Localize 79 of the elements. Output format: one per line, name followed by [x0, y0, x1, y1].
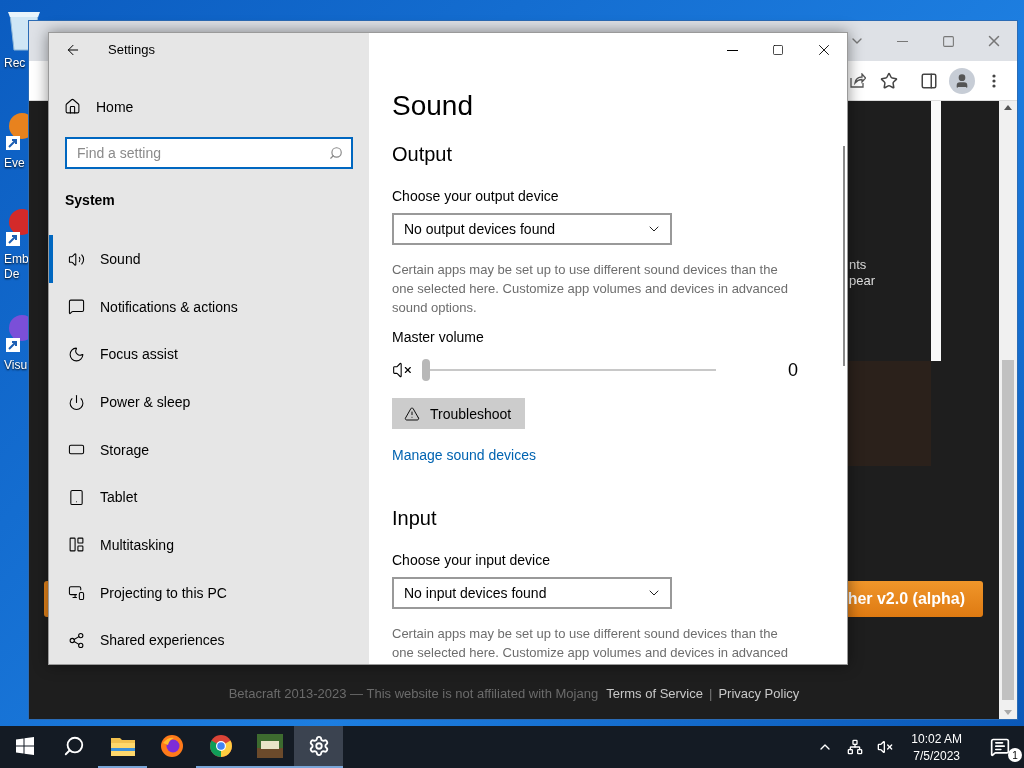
section-heading: Output: [392, 142, 453, 167]
page-title: Sound: [392, 89, 473, 123]
minimize-icon: [896, 40, 908, 42]
nav-item[interactable]: Tablet: [49, 473, 369, 522]
link-separator: |: [709, 685, 713, 701]
maximize-icon: [772, 44, 784, 56]
person-icon: [954, 72, 970, 89]
notifications-button[interactable]: 1: [976, 726, 1024, 768]
muted-speaker-icon[interactable]: [392, 360, 412, 380]
power-icon: [68, 393, 85, 411]
field-label: Choose your output device: [392, 187, 559, 206]
chrome-icon: [208, 734, 233, 758]
nav-item[interactable]: Multitasking: [49, 521, 369, 569]
windows-logo-icon: [15, 737, 34, 755]
clock[interactable]: 10:02 AM 7/5/2023: [903, 731, 970, 763]
volume-reading: 0: [788, 359, 798, 381]
desktop-icon-label[interactable]: Eve: [4, 156, 25, 171]
time: 10:02 AM: [911, 731, 962, 746]
share-icon: [68, 631, 85, 649]
message-icon: [68, 298, 85, 316]
page-text: pear: [849, 273, 876, 289]
slider-thumb[interactable]: [422, 359, 430, 381]
nav-item[interactable]: Storage: [49, 425, 369, 474]
troubleshoot-button[interactable]: Troubleshoot: [392, 398, 526, 429]
footer-link[interactable]: Privacy Policy: [718, 685, 800, 701]
section-heading: Input: [392, 506, 437, 531]
nav-item[interactable]: Shared experiences: [49, 616, 369, 664]
search-field[interactable]: Find a setting: [65, 137, 353, 170]
page-text: nts: [849, 257, 868, 273]
date: 7/5/2023: [913, 748, 960, 763]
taskbar-button[interactable]: [294, 726, 343, 768]
scrollbar[interactable]: [999, 101, 1017, 719]
app-shortcut-icon: [4, 208, 28, 248]
warning-icon: [404, 405, 420, 422]
footer-link[interactable]: Terms of Service: [606, 685, 703, 701]
description: Certain apps may be set up to use different sound devices than the one selected here. Customize app volumes and devices in advanced sound options.: [392, 261, 790, 317]
home-icon: [64, 98, 81, 116]
notification-count: 1: [1008, 748, 1022, 762]
scroll-up-icon[interactable]: [1004, 105, 1012, 110]
field-label: Choose your input device: [392, 551, 550, 570]
search-icon: [62, 735, 85, 757]
nav-item[interactable]: Projecting to this PC: [49, 568, 369, 617]
network-icon: [847, 739, 864, 755]
manage-devices-link[interactable]: Manage sound devices: [392, 445, 536, 465]
more-icon: [992, 73, 996, 88]
moon-icon: [68, 345, 85, 363]
desktop-icon-label[interactable]: Emb De: [4, 252, 29, 282]
game-icon: [256, 734, 283, 758]
home-nav-item[interactable]: Home: [49, 82, 369, 131]
footer-notice: Betacraft 2013-2023 — This website is not affiliated with Mojang: [228, 685, 599, 701]
app-shortcut-icon: [4, 314, 28, 354]
device-dropdown[interactable]: No input devices found: [392, 577, 672, 609]
description: Certain apps may be set up to use different sound devices than the one selected here. Customize app volumes and devices in advanced: [392, 625, 790, 662]
settings-icon: [307, 735, 330, 757]
folder-icon: [110, 736, 135, 756]
speaker-icon: [68, 250, 85, 268]
nav-item[interactable]: Notifications & actions: [49, 283, 369, 331]
side-panel-icon: [920, 71, 938, 90]
search-icon: [329, 146, 343, 161]
message-icon: [990, 737, 1010, 757]
nav-item[interactable]: Focus assist: [49, 330, 369, 379]
device-dropdown[interactable]: No output devices found: [392, 213, 672, 245]
app-shortcut-icon: [4, 112, 28, 152]
scrollbar[interactable]: [843, 146, 845, 366]
minimize-icon: [726, 49, 738, 51]
nav-item[interactable]: Power & sleep: [49, 378, 369, 426]
monitor-icon: [68, 584, 85, 602]
desktop-icon-label[interactable]: Rec: [4, 56, 26, 71]
window-title: Settings: [108, 42, 155, 58]
tablet-icon: [68, 488, 85, 506]
group-heading: System: [65, 191, 116, 211]
star-icon: [880, 71, 898, 90]
scrollbar-thumb[interactable]: [1002, 360, 1014, 700]
field-label: Master volume: [392, 328, 484, 347]
maximize-icon: [941, 34, 955, 48]
firefox-icon: [159, 734, 184, 758]
desktop-icon-label[interactable]: Visu: [4, 358, 28, 373]
share-icon: [850, 73, 866, 88]
muted-speaker-icon: [877, 739, 894, 755]
